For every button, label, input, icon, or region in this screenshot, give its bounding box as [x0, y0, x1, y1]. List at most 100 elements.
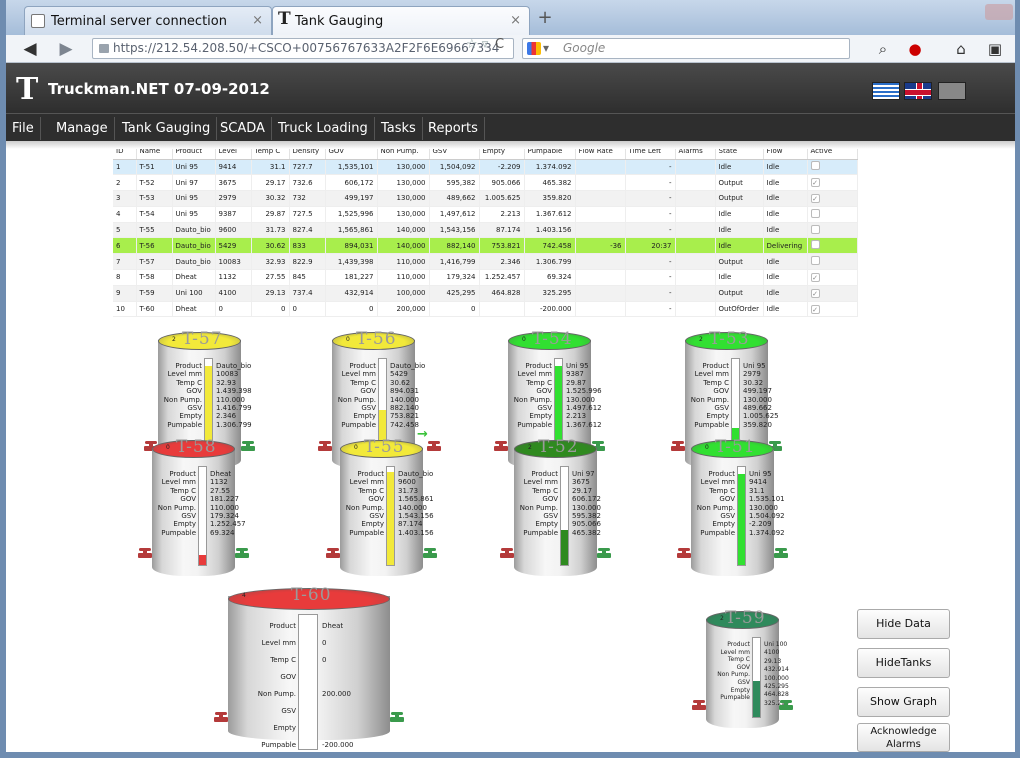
outlet-valve-icon[interactable] — [235, 548, 249, 560]
tank-t-60[interactable]: 4 T-60 Product Level mm Temp C GOV Non Pump. GS… — [228, 585, 390, 750]
tank-t-55[interactable]: 0 T-55 Product Level mm Temp C GOV Non Pump. GS… — [340, 437, 434, 576]
window-close-button[interactable] — [985, 4, 1013, 20]
grid-column-header[interactable]: ID — [113, 144, 137, 160]
tank-field-values: Uni 95 9414 31.1 1.535.101 130.000 1.504.092-… — [749, 470, 785, 537]
new-tab-button[interactable]: + — [534, 8, 556, 30]
grid-column-header[interactable]: Active — [807, 144, 858, 160]
tank-field-label: Pumpable — [261, 741, 296, 749]
inlet-valve-icon[interactable] — [318, 441, 332, 453]
tab-terminal-server[interactable]: Terminal server connection × — [24, 6, 272, 35]
outlet-valve-icon[interactable] — [774, 548, 788, 560]
close-tab-icon[interactable]: × — [510, 13, 521, 28]
grid-column-header[interactable]: Temp C — [251, 144, 290, 160]
grid-column-header[interactable]: Density — [289, 144, 326, 160]
home-icon[interactable]: ⌂ — [950, 39, 972, 59]
table-row[interactable]: 10 T-60 Dheat 0 0 0 0 200,000 0 -200.000- OutOfOrd… — [113, 301, 858, 318]
inlet-valve-icon[interactable] — [500, 548, 514, 560]
outlet-valve-icon[interactable] — [427, 441, 441, 453]
close-tab-icon[interactable]: × — [252, 13, 263, 28]
id-card-icon[interactable] — [938, 82, 966, 100]
grid-column-header[interactable]: Alarms — [675, 144, 716, 160]
inlet-valve-icon[interactable] — [671, 441, 685, 453]
tank-t-51[interactable]: 0 T-51 Product Level mm Temp C GOV Non Pump. GS… — [691, 437, 785, 576]
tank-t-59[interactable]: 2 T-59 Product Level mm Temp C GOV Non Pump. GS… — [706, 608, 789, 728]
grid-column-header[interactable]: Level — [215, 144, 252, 160]
dropdown-arrow-icon[interactable]: ▾ — [543, 39, 549, 58]
inlet-valve-icon[interactable] — [326, 548, 340, 560]
outlet-valve-icon[interactable] — [390, 712, 404, 724]
hide-data-button[interactable]: Hide Data — [857, 609, 950, 639]
inlet-valve-icon[interactable] — [677, 548, 691, 560]
forward-arrow-icon[interactable]: ▶ — [56, 39, 76, 59]
grid-column-header[interactable]: Pumpable — [524, 144, 576, 160]
outlet-valve-icon[interactable] — [241, 441, 255, 453]
inlet-valve-icon[interactable] — [494, 441, 508, 453]
outlet-valve-icon[interactable] — [597, 548, 611, 560]
cell-timeleft: - — [625, 269, 676, 286]
table-row[interactable]: 3 T-53 Uni 95 2979 30.32 732 499,197 130,000 489… — [113, 190, 858, 207]
level-gauge — [386, 466, 395, 566]
tab-tank-gauging[interactable]: T Tank Gauging × — [272, 6, 530, 35]
inlet-valve-icon[interactable] — [214, 712, 228, 724]
table-row[interactable]: 7 T-57 Dauto_bio 10083 32.93 822.9 1,439,398 11… — [113, 253, 858, 271]
search-icon[interactable]: ⌕ — [872, 39, 894, 59]
table-row[interactable]: 8 T-58 Dheat 1132 27.55 845 181,227 110,000 179,… — [113, 269, 858, 286]
active-checkbox[interactable]: ✓ — [810, 272, 820, 282]
adblock-icon[interactable]: ● — [904, 39, 926, 59]
active-checkbox[interactable]: ✓ — [810, 178, 820, 188]
address-bar[interactable]: https://212.54.208.50/+CSCO+00756767633A… — [92, 38, 514, 59]
uk-flag-icon[interactable] — [904, 82, 932, 100]
menu-icon[interactable]: ▣ — [984, 39, 1006, 59]
grid-column-header[interactable]: Empty — [479, 144, 525, 160]
greek-flag-icon[interactable] — [872, 82, 900, 100]
inlet-valve-icon[interactable] — [692, 700, 706, 712]
table-row[interactable]: 9 T-59 Uni 100 4100 29.13 737.4 432,914 100,000… — [113, 285, 858, 302]
grid-column-header[interactable]: Time Left — [625, 144, 676, 160]
acknowledge-alarms-button[interactable]: Acknowledge Alarms — [857, 723, 950, 752]
menu-tasks[interactable]: Tasks — [375, 117, 423, 140]
search-box[interactable]: ▾ Google — [522, 38, 850, 59]
reload-icon[interactable]: C — [495, 37, 504, 52]
menu-truck-loading[interactable]: Truck Loading — [272, 117, 375, 140]
active-checkbox[interactable]: ✓ — [810, 304, 820, 314]
active-checkbox[interactable] — [810, 161, 820, 171]
active-checkbox[interactable] — [810, 208, 820, 218]
menu-manage[interactable]: Manage — [50, 117, 115, 140]
tank-number: 0 — [346, 336, 350, 343]
grid-column-header[interactable]: Flow Rate — [575, 144, 626, 160]
tank-field-value: Uni 95 — [749, 470, 772, 478]
active-checkbox[interactable] — [810, 224, 820, 234]
table-row[interactable]: 1 T-51 Uni 95 9414 31.1 727.7 1,535,101 130,000… — [113, 159, 858, 176]
menu-reports[interactable]: Reports — [422, 117, 485, 140]
outlet-valve-icon[interactable] — [779, 700, 793, 712]
inlet-valve-icon[interactable] — [138, 548, 152, 560]
grid-column-header[interactable]: GOV — [325, 144, 378, 160]
bookmark-star-icon[interactable]: ☆ ▿ — [466, 37, 488, 52]
table-row[interactable]: 5 T-55 Dauto_bio 9600 31.73 827.4 1,565,861 140… — [113, 222, 858, 239]
grid-column-header[interactable]: GSV — [429, 144, 480, 160]
grid-column-header[interactable]: Product — [172, 144, 216, 160]
hide-tanks-button[interactable]: HideTanks — [857, 648, 950, 678]
tank-field-labels: Product Level mm Temp C GOV Non Pump. GSV Empt… — [512, 470, 558, 537]
show-graph-button[interactable]: Show Graph — [857, 687, 950, 717]
tank-t-52[interactable]: 2 T-52 Product Level mm Temp C GOV Non Pump. GS… — [512, 437, 601, 576]
menu-file[interactable]: File — [6, 117, 41, 140]
active-checkbox[interactable] — [810, 256, 820, 266]
back-arrow-icon[interactable]: ◀ — [20, 39, 40, 59]
table-row[interactable]: 2 T-52 Uni 97 3675 29.17 732.6 606,172 130,000 5… — [113, 174, 858, 192]
menu-scada[interactable]: SCADA — [214, 117, 272, 140]
grid-column-header[interactable]: Name — [136, 144, 173, 160]
grid-column-header[interactable]: Flow — [763, 144, 808, 160]
level-gauge — [752, 637, 761, 718]
active-checkbox[interactable]: ✓ — [810, 288, 820, 298]
tab-title: Terminal server connection — [51, 14, 227, 29]
menu-tank-gauging[interactable]: Tank Gauging — [116, 117, 218, 140]
grid-column-header[interactable]: Non Pump. — [377, 144, 430, 160]
grid-column-header[interactable]: State — [715, 144, 764, 160]
active-checkbox[interactable]: ✓ — [810, 193, 820, 203]
active-checkbox[interactable] — [810, 240, 820, 250]
tank-t-58[interactable]: 0 T-58 Product Level mm Temp C GOV Non Pump. GS… — [152, 437, 246, 576]
outlet-valve-icon[interactable] — [423, 548, 437, 560]
table-row[interactable]: 6 T-56 Dauto_bio 5429 30.62 833 894,031 140,000… — [113, 237, 858, 255]
table-row[interactable]: 4 T-54 Uni 95 9387 29.87 727.5 1,525,996 130,00… — [113, 206, 858, 223]
